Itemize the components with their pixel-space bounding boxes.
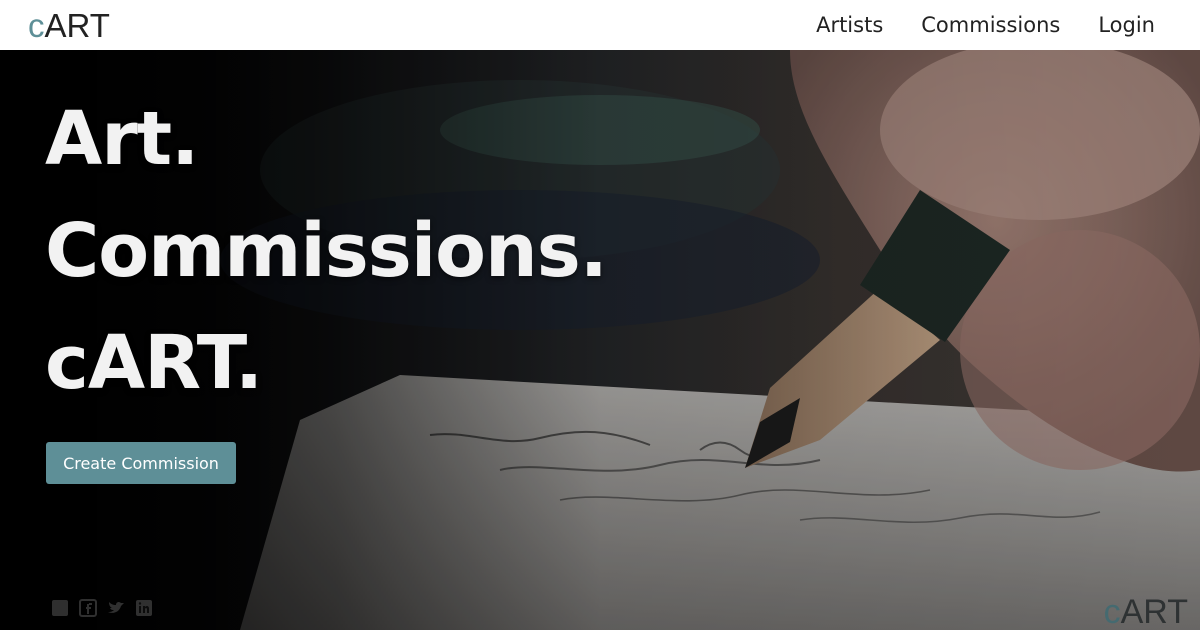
nav-links: Artists Commissions Login xyxy=(816,13,1155,37)
nav-link-commissions[interactable]: Commissions xyxy=(921,13,1060,37)
social-links xyxy=(50,598,154,618)
hero-section: Art. Commissions. cART. Create Commissio… xyxy=(0,50,1200,630)
brand-logo-rest: ART xyxy=(44,6,110,44)
top-navbar: cART Artists Commissions Login xyxy=(0,0,1200,50)
watermark-logo-prefix: c xyxy=(1103,593,1121,630)
nav-link-login[interactable]: Login xyxy=(1098,13,1155,37)
square-facebook-icon[interactable] xyxy=(78,598,98,618)
watermark-logo: cART xyxy=(1104,593,1188,630)
create-commission-button[interactable]: Create Commission xyxy=(46,442,236,484)
hero-headline: Art. Commissions. cART. xyxy=(45,83,608,419)
hero-line-art: Art. xyxy=(45,96,199,182)
brand-logo-prefix: c xyxy=(28,6,45,44)
watermark-logo-rest: ART xyxy=(1120,593,1188,630)
linkedin-icon[interactable] xyxy=(134,598,154,618)
twitter-icon[interactable] xyxy=(106,598,126,618)
brand-logo[interactable]: cART xyxy=(28,9,110,42)
facebook-icon[interactable] xyxy=(50,598,70,618)
hero-line-commissions: Commissions. xyxy=(45,208,608,294)
nav-link-artists[interactable]: Artists xyxy=(816,13,883,37)
hero-line-cart: cART. xyxy=(45,320,263,406)
